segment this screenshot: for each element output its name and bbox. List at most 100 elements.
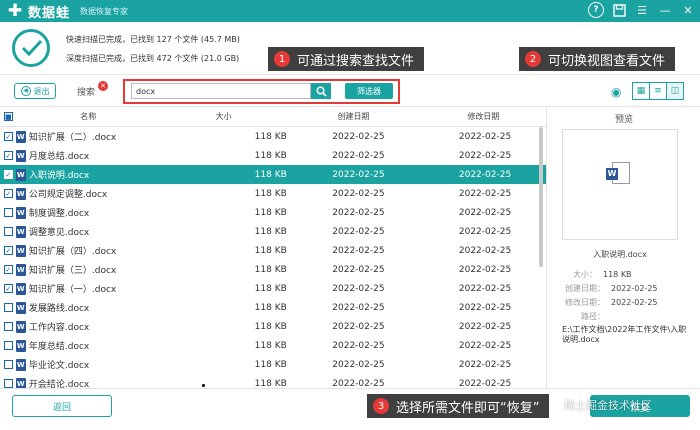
return-button[interactable]: 返回 [12,395,112,417]
file-size: 118 KB [254,283,287,294]
close-icon[interactable]: ✕ [680,2,696,18]
word-file-icon: W [15,149,26,162]
file-modified: 2022-02-25 [458,131,512,142]
header-modified[interactable]: 修改日期 [421,111,546,122]
row-checkbox[interactable] [4,322,13,331]
word-file-icon: W [15,377,26,388]
table-row[interactable]: ✓ W 知识扩展（一）.docx 118 KB 2022-02-25 2022-02-25 [0,279,546,298]
filter-button[interactable]: 筛选器 [345,83,393,99]
list-view-icon[interactable]: ≡ [649,82,667,100]
row-checkbox[interactable]: ✓ [4,265,13,274]
save-icon[interactable] [611,2,627,18]
header-name[interactable]: 名称 [16,111,161,122]
clear-search-icon[interactable]: ✕ [98,81,108,91]
preview-path-label: 路径： [581,312,605,321]
file-name: 工作内容.docx [28,323,90,333]
search-icon [315,85,327,97]
row-checkbox[interactable] [4,360,13,369]
callout-search: 1 可通过搜索查找文件 [268,47,425,71]
table-row[interactable]: W 毕业论文.docx 118 KB 2022-02-25 2022-02-25 [0,355,546,374]
table-row[interactable]: W 工作内容.docx 118 KB 2022-02-25 2022-02-25 [0,317,546,336]
word-file-icon: W [15,168,26,181]
row-checkbox[interactable]: ✓ [4,284,13,293]
search-button[interactable] [311,83,331,99]
file-created: 2022-02-25 [332,131,385,142]
word-file-icon: W [15,225,26,238]
file-created: 2022-02-25 [332,340,385,351]
cursor-dot [202,384,205,387]
word-file-icon: W [15,187,26,200]
file-created: 2022-02-25 [332,264,385,275]
back-button[interactable]: ◀ 退出 [14,83,56,99]
file-size: 118 KB [254,131,287,142]
row-checkbox[interactable]: ✓ [4,151,13,160]
file-modified: 2022-02-25 [458,283,512,294]
app-subtitle: 数据恢复专家 [80,6,129,16]
row-checkbox[interactable] [4,227,13,236]
title-bar: ✚ 数据蛙 数据恢复专家 ? ☰ — ✕ [0,0,700,22]
table-row[interactable]: ✓ W 知识扩展（三）.docx 118 KB 2022-02-25 2022-02-25 [0,260,546,279]
row-checkbox[interactable]: ✓ [4,189,13,198]
row-checkbox[interactable]: ✓ [4,132,13,141]
preview-file-name: 入职说明.docx [593,250,647,259]
preview-path: E:\工作文档\2022年工作文件\入职说明.docx [562,325,687,344]
file-size: 118 KB [254,207,287,218]
file-created: 2022-02-25 [332,207,385,218]
frog-logo-icon: ✚ [7,1,23,21]
preview-modified: 修改日期： 2022-02-25 [565,298,658,307]
file-modified: 2022-02-25 [458,207,512,218]
table-row[interactable]: ✓ W 公司规定调整.docx 118 KB 2022-02-25 2022-02-25 [0,184,546,203]
row-checkbox[interactable] [4,303,13,312]
app-logo-text: 数据蛙 [28,5,71,21]
file-size: 118 KB [254,321,287,332]
table-row[interactable]: W 开会结论.docx 118 KB 2022-02-25 2022-02-25 [0,374,546,388]
file-created: 2022-02-25 [332,169,385,180]
file-created: 2022-02-25 [332,150,385,161]
file-name: 调整意见.docx [28,228,90,238]
file-modified: 2022-02-25 [458,302,512,313]
row-checkbox[interactable] [4,208,13,217]
file-size: 118 KB [254,302,287,313]
file-modified: 2022-02-25 [458,150,512,161]
callout-view: 2 可切换视图查看文件 [519,47,676,71]
table-row[interactable]: W 年度总结.docx 118 KB 2022-02-25 2022-02-25 [0,336,546,355]
back-button-label: 退出 [33,86,50,96]
row-checkbox[interactable]: ✓ [4,170,13,179]
file-name: 知识扩展（一）.docx [28,285,117,295]
table-row[interactable]: ✓ W 知识扩展（二）.docx 118 KB 2022-02-25 2022-02-25 [0,127,546,146]
word-file-icon: W [15,263,26,276]
table-row[interactable]: ✓ W 入职说明.docx 118 KB 2022-02-25 2022-02-25 [0,165,546,184]
header-size[interactable]: 大小 [161,111,286,122]
table-row[interactable]: W 发展路线.docx 118 KB 2022-02-25 2022-02-25 [0,298,546,317]
file-size: 118 KB [254,359,287,370]
file-modified: 2022-02-25 [458,378,512,389]
help-icon[interactable]: ? [588,2,604,18]
table-row[interactable]: ✓ W 月度总结.docx 118 KB 2022-02-25 2022-02-25 [0,146,546,165]
preview-pane: 预览 W 入职说明.docx 大小： 118 KB 创建日期： 2022-02-25… [546,106,700,388]
file-modified: 2022-02-25 [458,169,512,180]
table-row[interactable]: W 调整意见.docx 118 KB 2022-02-25 2022-02-25 [0,222,546,241]
file-created: 2022-02-25 [332,321,385,332]
file-size: 118 KB [254,169,287,180]
detail-view-icon[interactable]: ◫ [666,82,684,100]
file-name: 年度总结.docx [28,342,90,352]
file-created: 2022-02-25 [332,283,385,294]
grid-view-icon[interactable]: ▦ [632,82,650,100]
row-checkbox[interactable]: ✓ [4,246,13,255]
file-size: 118 KB [254,245,287,256]
file-name: 知识扩展（三）.docx [28,266,117,276]
select-all-checkbox[interactable]: ■ [4,112,13,121]
table-row[interactable]: ✓ W 知识扩展（四）.docx 118 KB 2022-02-25 2022-02-25 [0,241,546,260]
header-created[interactable]: 创建日期 [286,111,421,122]
row-checkbox[interactable] [4,379,13,388]
row-checkbox[interactable] [4,341,13,350]
file-name: 月度总结.docx [28,152,90,162]
file-name: 发展路线.docx [28,304,90,314]
eye-icon[interactable]: ◉ [611,85,621,99]
menu-icon[interactable]: ☰ [634,2,650,18]
search-input[interactable] [131,83,311,99]
scrollbar-thumb[interactable] [539,127,543,267]
table-row[interactable]: W 制度调整.docx 118 KB 2022-02-25 2022-02-25 [0,203,546,222]
file-modified: 2022-02-25 [458,359,512,370]
minimize-icon[interactable]: — [657,2,673,18]
